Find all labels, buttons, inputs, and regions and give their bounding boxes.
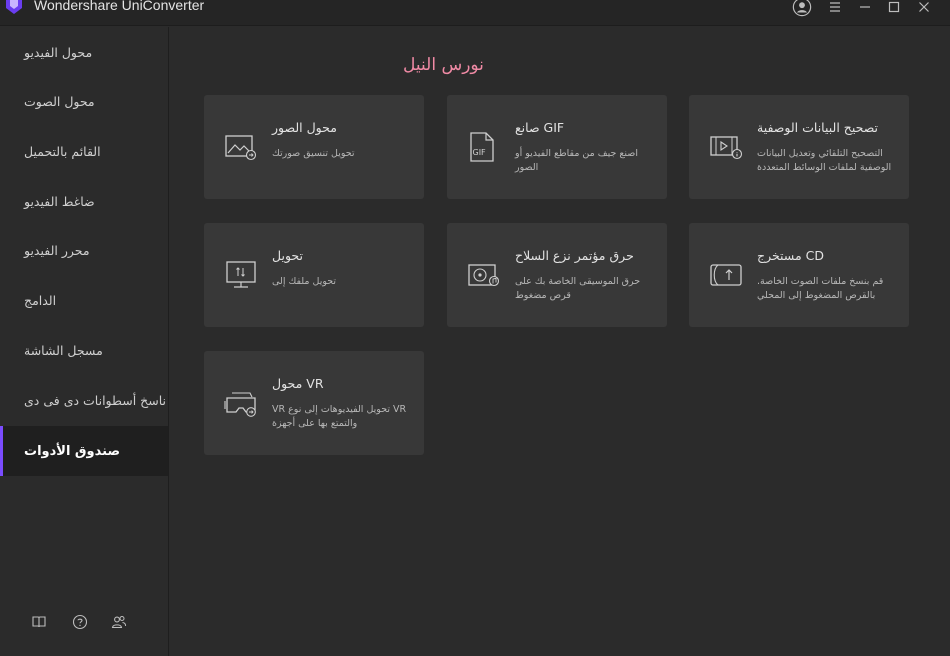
sidebar-item-merger[interactable]: الدامج — [0, 275, 150, 325]
card-description: اصنع جيف من مقاطع الفيديو أو الصور — [515, 148, 638, 173]
sidebar-item-video-editor[interactable]: محرر الفيديو — [0, 225, 150, 275]
card-title: صانع GIF — [515, 120, 565, 135]
vr-headset-icon — [224, 387, 258, 419]
sidebar-item-label: صندوق الأدوات — [24, 443, 121, 459]
close-icon[interactable] — [914, 0, 934, 17]
sidebar-item-label: ناسخ أسطوانات دى فى دى — [24, 392, 167, 408]
sidebar-item-audio-converter[interactable]: محول الصوت — [0, 76, 150, 126]
maximize-icon[interactable] — [884, 0, 904, 17]
card-title: محول الصور — [272, 120, 337, 135]
menu-icon[interactable] — [825, 0, 845, 17]
sidebar-item-label: مسجل الشاشة — [24, 342, 103, 358]
transfer-card[interactable]: تحويل تحويل ملفك إلى — [204, 223, 424, 327]
sidebar-item-video-converter[interactable]: محول الفيديو — [0, 27, 150, 77]
minimize-icon[interactable] — [855, 0, 875, 17]
card-title: حرق مؤتمر نزع السلاح — [515, 248, 634, 263]
card-title: تصحيح البيانات الوصفية — [757, 120, 879, 135]
card-title: مستخرج CD — [757, 248, 824, 263]
cd-ripper-card[interactable]: مستخرج CD قم بنسخ ملفات الصوت الخاصة. با… — [689, 223, 909, 327]
gif-maker-card[interactable]: GIF صانع GIF اصنع جيف من مقاطع الفيديو أ… — [447, 95, 667, 199]
sidebar-item-toolbox[interactable]: صندوق الأدوات — [0, 426, 168, 476]
sidebar-item-downloader[interactable]: القائم بالتحميل — [0, 126, 150, 176]
metadata-editor-card[interactable]: تصحيح البيانات الوصفية التصحيح التلقائي … — [689, 95, 909, 199]
sidebar-item-label: محرر الفيديو — [24, 242, 90, 258]
sidebar-item-dvd-burner[interactable]: ناسخ أسطوانات دى فى دى — [0, 375, 166, 425]
card-description: قم بنسخ ملفات الصوت الخاصة. بالقرص المضغ… — [757, 276, 884, 301]
uniconverter-logo-icon — [4, 0, 24, 14]
vr-converter-card[interactable]: محول VR VR تحويل الفيديوهات إلى نوع VR و… — [204, 351, 424, 455]
cd-burner-card[interactable]: حرق مؤتمر نزع السلاح حرق الموسيقى الخاصة… — [447, 223, 667, 327]
card-description: تحويل تنسيق صورتك — [272, 148, 355, 159]
metadata-video-icon — [709, 131, 743, 163]
image-convert-icon — [224, 131, 258, 163]
sidebar-footer — [0, 614, 169, 634]
cd-burn-icon — [467, 259, 501, 291]
sidebar-item-label: ضاغط الفيديو — [24, 193, 95, 209]
sidebar-item-label: الدامج — [24, 292, 57, 308]
sidebar-item-label: محول الصوت — [24, 93, 95, 109]
community-icon[interactable] — [111, 614, 127, 630]
card-title: محول VR — [272, 376, 324, 391]
sidebar: محول الفيديو محول الصوت القائم بالتحميل … — [0, 27, 169, 656]
card-description: التصحيح التلقائي وتعديل البيانات الوصفية… — [757, 148, 892, 173]
monitor-transfer-icon — [224, 259, 258, 291]
toolbox-panel: نورس النيل محول الصور تحويل تنسيق صورتك … — [170, 27, 950, 656]
svg-text:GIF: GIF — [473, 148, 487, 157]
card-description: حرق الموسيقى الخاصة بك على قرص مضغوط — [515, 276, 641, 301]
sidebar-item-label: محول الفيديو — [24, 44, 93, 60]
sidebar-item-screen-recorder[interactable]: مسجل الشاشة — [0, 325, 150, 375]
help-icon[interactable] — [72, 614, 88, 630]
cd-ripper-icon — [709, 259, 743, 291]
card-title: تحويل — [272, 248, 303, 263]
sidebar-item-video-compressor[interactable]: ضاغط الفيديو — [0, 176, 150, 226]
account-icon[interactable] — [791, 0, 813, 18]
image-converter-card[interactable]: محول الصور تحويل تنسيق صورتك — [204, 95, 424, 199]
card-description: تحويل ملفك إلى — [272, 276, 337, 287]
gif-file-icon: GIF — [467, 131, 501, 163]
app-title: Wondershare UniConverter — [34, 0, 205, 13]
title-bar: Wondershare UniConverter — [0, 0, 950, 26]
card-description: VR تحويل الفيديوهات إلى نوع VR والتمتع ب… — [272, 404, 407, 429]
sidebar-item-label: القائم بالتحميل — [24, 143, 101, 159]
guide-book-icon[interactable] — [31, 614, 47, 630]
watermark-text: نورس النيل — [403, 55, 484, 75]
